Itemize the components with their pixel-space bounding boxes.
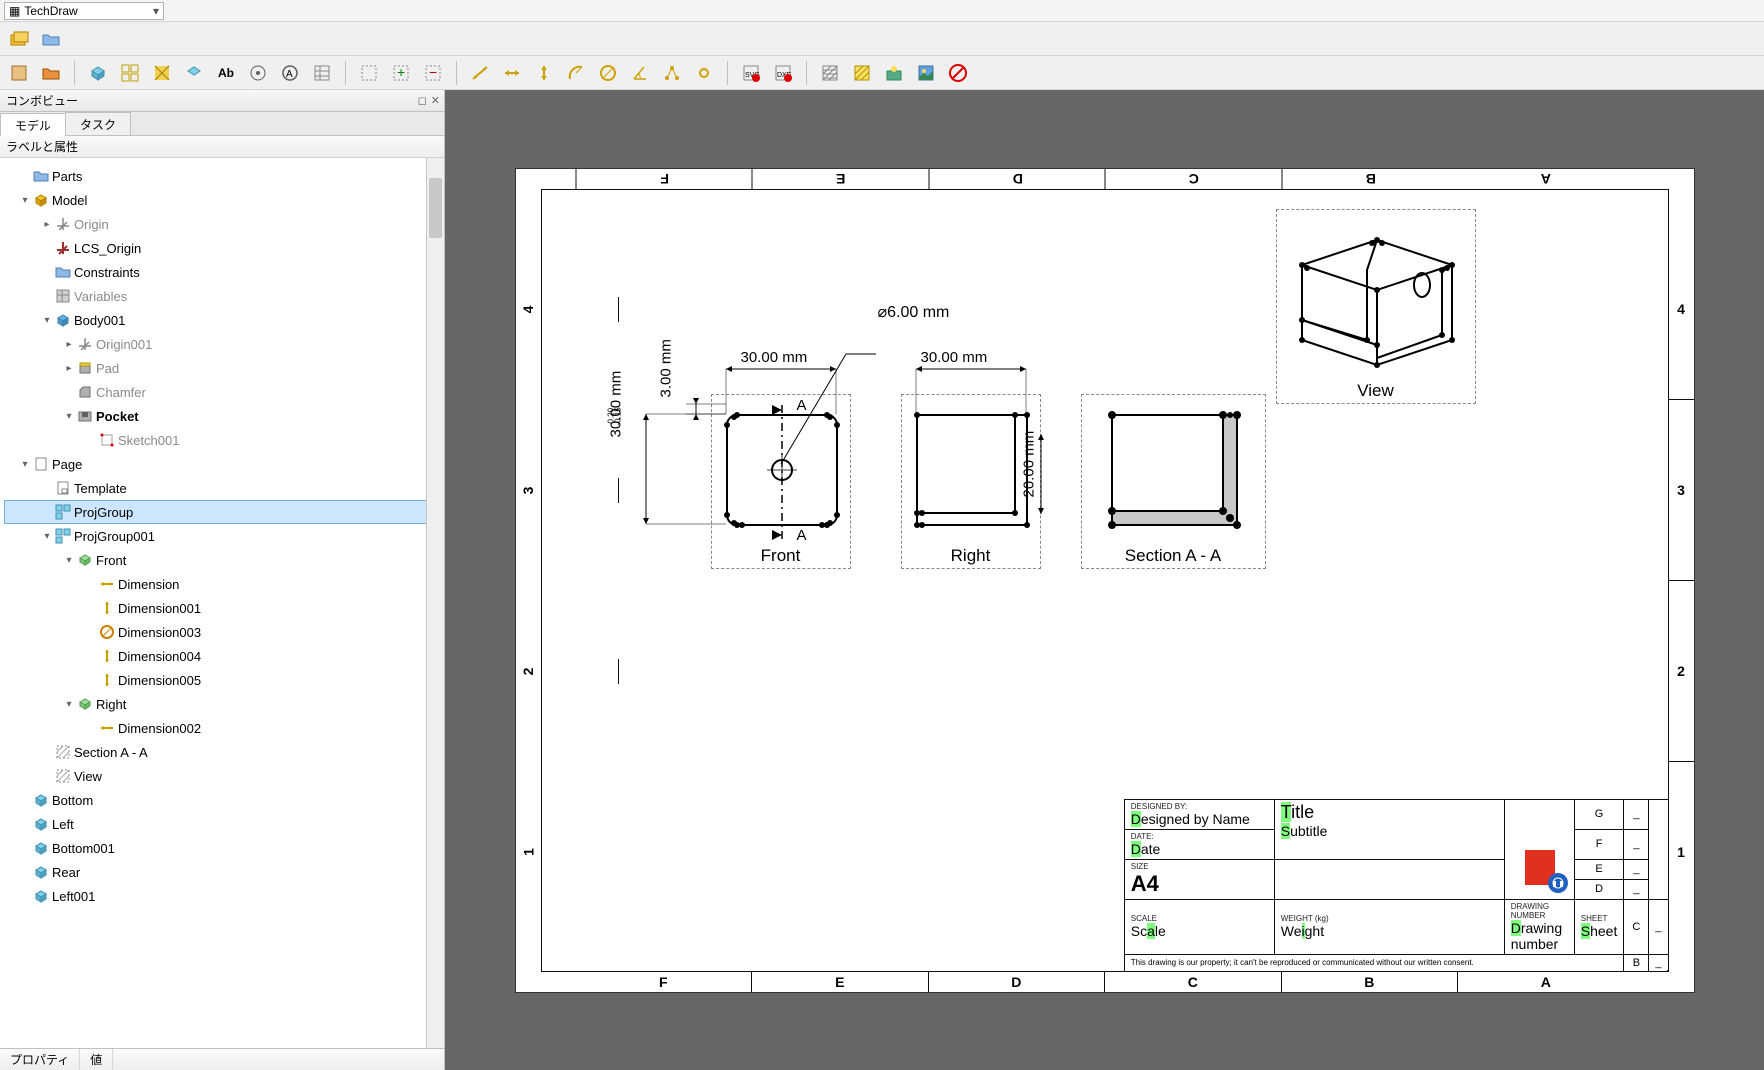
tree-item-view[interactable]: View (4, 764, 440, 788)
annotation-button[interactable]: Ab (213, 60, 239, 86)
toggle-frame-button[interactable] (945, 60, 971, 86)
detail-view-button[interactable] (181, 60, 207, 86)
new-page-button[interactable] (6, 60, 32, 86)
clip-add-button[interactable]: + (388, 60, 414, 86)
tree-item-origin[interactable]: ▸Origin (4, 212, 440, 236)
tree-item-bottom001[interactable]: Bottom001 (4, 836, 440, 860)
combo-view-panel: コンボビュー ◻✕ モデル タスク ラベルと属性 Parts▾Model▸Ori… (0, 90, 445, 1070)
tree-item-page[interactable]: ▾Page (4, 452, 440, 476)
tree-item-bottom[interactable]: Bottom (4, 788, 440, 812)
toolbar-techdraw: Ab A + − SVG DXF (0, 56, 1764, 90)
svg-text:A: A (286, 69, 293, 80)
tree-item-front[interactable]: ▾Front (4, 548, 440, 572)
panel-float-button[interactable]: ◻ (418, 94, 427, 107)
tree-scrollbar[interactable] (426, 158, 444, 1048)
drawing-canvas[interactable]: F E D C B A F E D C B A 4 3 2 1 (445, 90, 1764, 1070)
export-dxf-button[interactable]: DXF (770, 60, 796, 86)
view-iso[interactable]: View (1276, 209, 1476, 404)
tree-item-section-a-a[interactable]: Section A - A (4, 740, 440, 764)
tree-item-pad[interactable]: ▸Pad (4, 356, 440, 380)
tree-item-right[interactable]: ▾Right (4, 692, 440, 716)
tree-item-body001[interactable]: ▾Body001 (4, 308, 440, 332)
dim-angle-button[interactable] (627, 60, 653, 86)
tree-item-dimension003[interactable]: Dimension003 (4, 620, 440, 644)
tree-item-pocket[interactable]: ▾Pocket (4, 404, 440, 428)
view-section[interactable]: Section A - A (1081, 394, 1266, 569)
new-part-button[interactable] (6, 26, 32, 52)
image-button[interactable] (913, 60, 939, 86)
dim-length-button[interactable] (467, 60, 493, 86)
svg-text:Ab: Ab (218, 66, 234, 80)
projection-group-button[interactable] (117, 60, 143, 86)
draft-view-button[interactable] (245, 60, 271, 86)
tree-item-origin001[interactable]: ▸Origin001 (4, 332, 440, 356)
tree-item-projgroup001[interactable]: ▾ProjGroup001 (4, 524, 440, 548)
svg-text:−: − (429, 64, 437, 80)
model-tree[interactable]: Parts▾Model▸OriginLCS_OriginConstraintsV… (0, 158, 444, 1048)
tree-item-dimension004[interactable]: Dimension004 (4, 644, 440, 668)
dim-horizontal-button[interactable] (499, 60, 525, 86)
folder-button[interactable] (38, 26, 64, 52)
insert-view-button[interactable] (85, 60, 111, 86)
tree-item-left[interactable]: Left (4, 812, 440, 836)
tree-item-rear[interactable]: Rear (4, 860, 440, 884)
hatch-geom-button[interactable] (849, 60, 875, 86)
property-header: プロパティ値 (0, 1048, 444, 1070)
tree-item-chamfer[interactable]: Chamfer (4, 380, 440, 404)
workspace-selector[interactable]: ▦TechDraw (4, 2, 164, 20)
dim-diameter-button[interactable] (595, 60, 621, 86)
tree-item-left001[interactable]: Left001 (4, 884, 440, 908)
tab-model[interactable]: モデル (0, 113, 66, 136)
svg-text:+: + (397, 64, 405, 80)
tree-item-variables[interactable]: Variables (4, 284, 440, 308)
tree-item-parts[interactable]: Parts (4, 164, 440, 188)
tree-item-template[interactable]: Template (4, 476, 440, 500)
title-block[interactable]: DESIGNED BY:Designed by Name TitleSubtit… (1124, 799, 1669, 972)
spreadsheet-view-button[interactable] (309, 60, 335, 86)
dim-angle3pt-button[interactable] (659, 60, 685, 86)
tree-item-sketch001[interactable]: Sketch001 (4, 428, 440, 452)
tree-item-projgroup[interactable]: ProjGroup (4, 500, 440, 524)
clip-remove-button[interactable]: − (420, 60, 446, 86)
tree-item-model[interactable]: ▾Model (4, 188, 440, 212)
new-page-template-button[interactable] (38, 60, 64, 86)
export-svg-button[interactable]: SVG (738, 60, 764, 86)
tree-item-dimension005[interactable]: Dimension005 (4, 668, 440, 692)
dim-link-button[interactable] (691, 60, 717, 86)
tree-item-lcs-origin[interactable]: LCS_Origin (4, 236, 440, 260)
toolbar-file (0, 22, 1764, 56)
hatch-button[interactable] (817, 60, 843, 86)
panel-close-button[interactable]: ✕ (431, 94, 440, 107)
tree-item-dimension[interactable]: Dimension (4, 572, 440, 596)
panel-header: コンボビュー ◻✕ (0, 90, 444, 112)
tab-task[interactable]: タスク (65, 112, 131, 135)
drawing-page[interactable]: F E D C B A F E D C B A 4 3 2 1 (515, 168, 1695, 993)
tree-item-dimension001[interactable]: Dimension001 (4, 596, 440, 620)
dim-radius-button[interactable] (563, 60, 589, 86)
dim-vertical-button[interactable] (531, 60, 557, 86)
tree-item-constraints[interactable]: Constraints (4, 260, 440, 284)
section-view-button[interactable] (149, 60, 175, 86)
tree-header: ラベルと属性 (0, 136, 444, 158)
tree-item-dimension002[interactable]: Dimension002 (4, 716, 440, 740)
symbol-button[interactable] (881, 60, 907, 86)
clip-group-button[interactable] (356, 60, 382, 86)
arch-view-button[interactable]: A (277, 60, 303, 86)
